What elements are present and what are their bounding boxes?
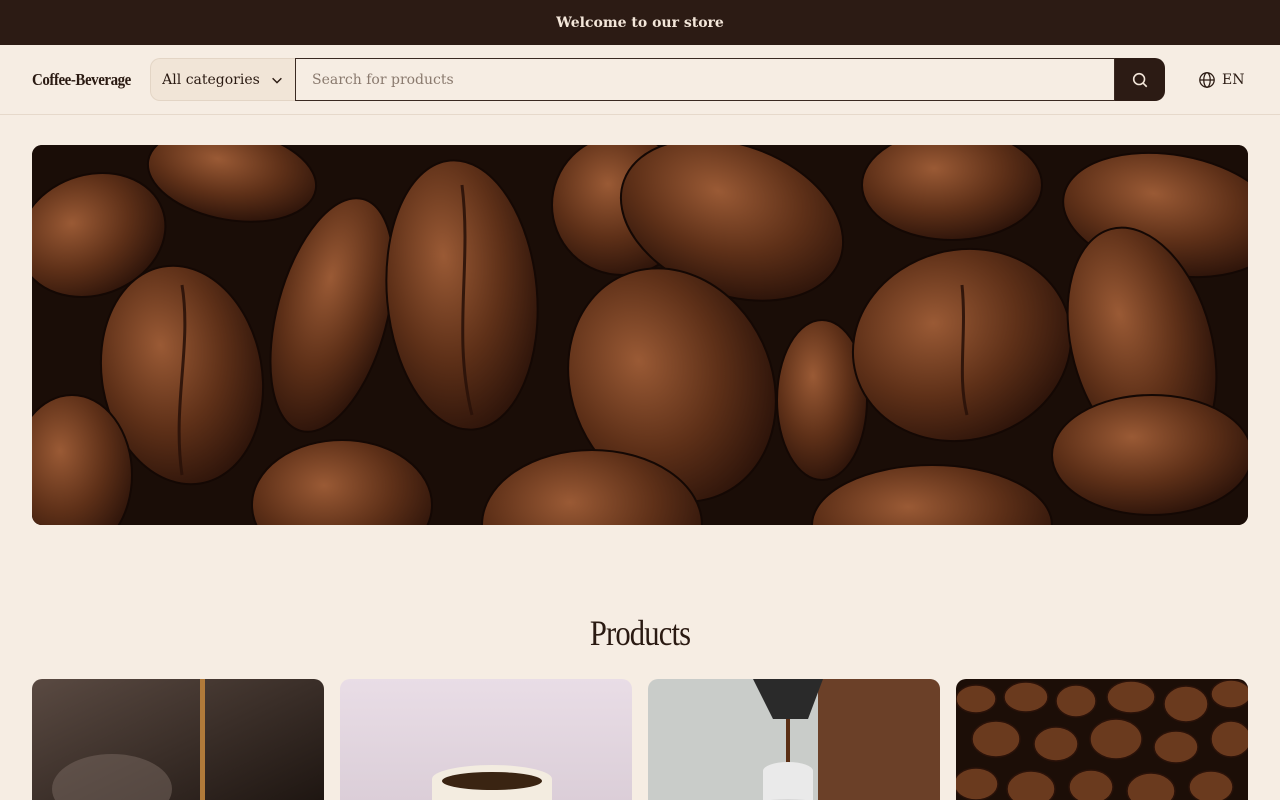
category-dropdown[interactable]: All categories [150,58,295,101]
coffee-beans-illustration [32,145,1248,525]
product-grid [32,679,1248,800]
search-bar: All categories [150,58,1165,101]
language-label: EN [1222,71,1245,88]
pouring-coffee-image [32,679,324,800]
category-label: All categories [162,71,260,88]
product-card[interactable] [956,679,1248,800]
search-button[interactable] [1115,58,1165,101]
coffee-beans-image [956,679,1248,800]
announcement-text: Welcome to our store [556,14,724,31]
product-card[interactable] [32,679,324,800]
language-selector[interactable]: EN [1198,71,1244,89]
product-card[interactable] [648,679,940,800]
espresso-pour-image [648,679,940,800]
chevron-down-icon [271,77,282,84]
site-header: Coffee-Beverage All categories EN [0,45,1280,115]
site-logo[interactable]: Coffee-Beverage [32,70,136,90]
product-card[interactable] [340,679,632,800]
search-icon [1132,72,1148,87]
announcement-bar: Welcome to our store [0,0,1280,45]
coffee-cup-image [340,679,632,800]
search-input[interactable] [295,58,1115,101]
globe-icon [1199,71,1215,88]
hero-banner-image [32,145,1248,525]
products-heading: Products [589,613,691,653]
